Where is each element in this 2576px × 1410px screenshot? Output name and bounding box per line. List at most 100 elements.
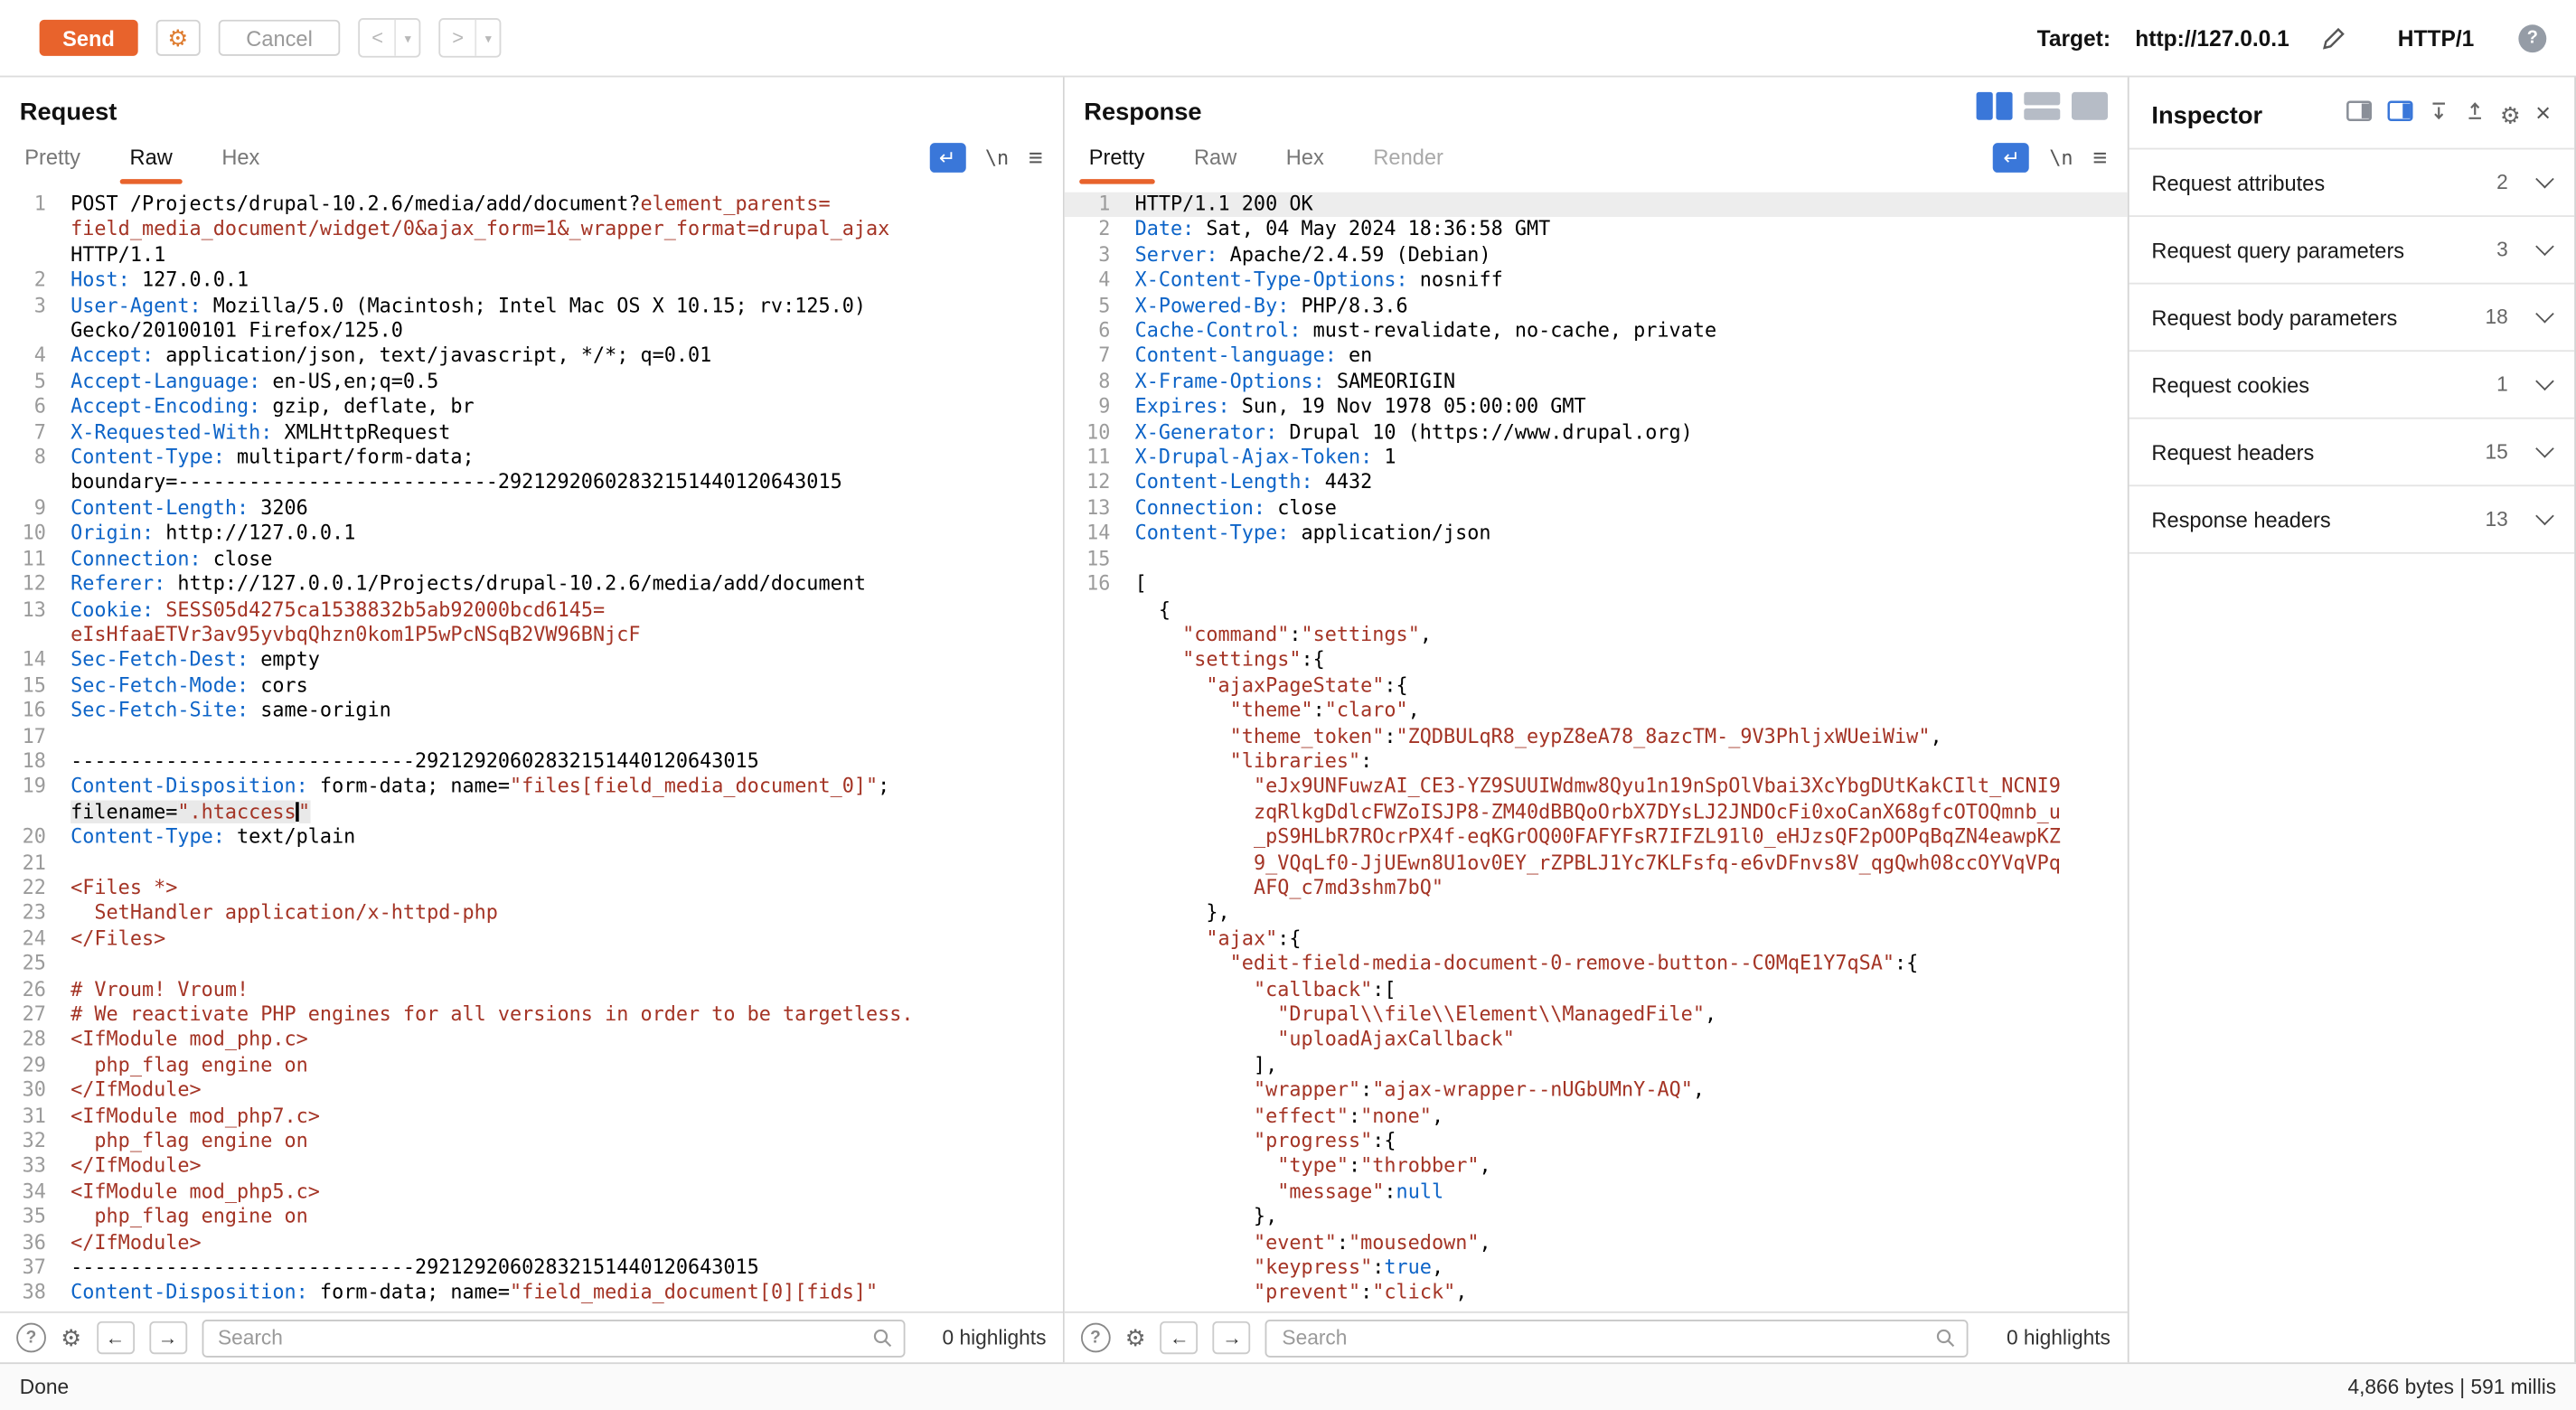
status-bar: Done 4,866 bytes | 591 millis [0,1362,2576,1410]
inspector-settings-gear-icon[interactable]: ⚙ [2500,104,2521,127]
tab-raw[interactable]: Raw [125,145,177,184]
next-match-button[interactable]: → [149,1321,187,1354]
request-editor[interactable]: 1POST /Projects/drupal-10.2.6/media/add/… [0,184,1063,1311]
code-segment: :{ [1372,1129,1396,1152]
chevron-down-icon [2534,439,2553,458]
code-segment: "ajax-wrapper--nUGbUMnY-AQ" [1372,1078,1693,1101]
line-text: Expires: Sun, 19 Nov 1978 05:00:00 GMT [1110,395,2127,420]
code-segment: : [1313,699,1325,721]
search-input[interactable] [214,1324,861,1350]
soft-wrap-toggle[interactable]: ↵ [929,143,965,173]
line-number [1064,597,1110,623]
line-text: Date: Sat, 04 May 2024 18:36:58 GMT [1110,218,2127,243]
request-settings-button[interactable]: ⚙ [155,20,200,56]
response-viewer[interactable]: 1HTTP/1.1 200 OK2Date: Sat, 04 May 2024 … [1064,184,2127,1311]
editor-menu-icon[interactable]: ≡ [2092,146,2107,170]
code-segment: Content-Disposition: [71,1281,308,1303]
inspector-section-request-attributes[interactable]: Request attributes2 [2129,149,2574,217]
tab-pretty[interactable]: Pretty [1084,145,1150,184]
search-settings-gear-icon[interactable]: ⚙ [1125,1326,1146,1349]
code-segment: POST /Projects/drupal-10.2.6/media/add/d… [71,193,640,215]
code-segment: " [298,800,310,822]
help-icon[interactable]: ? [2518,24,2546,52]
layout-columns-button[interactable] [1976,92,2012,120]
search-icon [1936,1328,1956,1348]
code-segment: Content-Disposition: [71,775,308,797]
tab-hex[interactable]: Hex [1281,145,1329,184]
cancel-button[interactable]: Cancel [218,20,340,56]
http-version-selector[interactable]: HTTP/1 [2398,25,2475,50]
code-segment [1135,699,1230,721]
search-settings-gear-icon[interactable]: ⚙ [61,1326,81,1349]
inspector-section-response-headers[interactable]: Response headers13 [2129,486,2574,554]
response-editor-icons: ↵ \n ≡ [1993,143,2107,183]
inspector-section-request-cookies[interactable]: Request cookies1 [2129,352,2574,419]
edit-target-pencil-icon[interactable] [2322,25,2346,50]
code-segment: :[ [1372,977,1396,1000]
line-text: </IfModule> [46,1230,1063,1255]
tab-pretty[interactable]: Pretty [20,145,86,184]
chevron-down-icon [2534,170,2553,189]
newline-marker-toggle[interactable]: \n [985,146,1009,169]
inspector-pane-icon[interactable] [2346,100,2372,130]
collapse-all-icon[interactable] [2464,100,2486,130]
code-segment [1135,775,1254,797]
search-help-icon[interactable]: ? [1081,1323,1111,1353]
expand-all-icon[interactable] [2428,100,2449,130]
code-segment: HTTP/1.1 200 OK [1135,193,1313,215]
search-input[interactable] [1279,1324,1926,1350]
search-box[interactable] [202,1319,905,1357]
text-cursor [296,802,298,822]
line-text: HTTP/1.1 200 OK [1110,193,2127,218]
tab-render[interactable]: Render [1368,145,1448,184]
code-segment: 9_VQqLf0-JjUEwn8U1ov0EY_rZPBLJ1Yc7KLFsfq… [1254,851,2061,873]
send-button[interactable]: Send [40,20,138,56]
newline-marker-toggle[interactable]: \n [2049,146,2073,169]
tab-hex[interactable]: Hex [217,145,265,184]
history-forward-button[interactable]: > ▾ [439,18,502,58]
code-segment: "click" [1372,1281,1455,1303]
chevron-down-icon[interactable]: ▾ [395,20,419,56]
line-text: Accept-Encoding: gzip, deflate, br [46,395,1063,420]
line-text: User-Agent: Mozilla/5.0 (Macintosh; Inte… [46,294,1063,319]
code-segment: HTTP/1.1 [71,243,165,266]
code-segment: # Vroum! Vroum! [71,977,249,1000]
code-line: 9_VQqLf0-JjUEwn8U1ov0EY_rZPBLJ1Yc7KLFsfq… [1064,851,2127,876]
code-segment: Cache-Control: [1135,319,1302,342]
prev-match-button[interactable]: ← [1161,1321,1199,1354]
toolbar: Send ⚙ Cancel < ▾ > ▾ Target: http://127… [0,0,2576,77]
code-segment: , [1930,724,1941,747]
code-segment [1135,648,1183,671]
code-line: 36</IfModule> [0,1230,1063,1255]
next-match-button[interactable]: → [1213,1321,1251,1354]
editor-menu-icon[interactable]: ≡ [1029,146,1043,170]
inspector-section-request-headers[interactable]: Request headers15 [2129,419,2574,487]
layout-rows-button[interactable] [2024,92,2060,120]
line-number [1064,876,1110,901]
code-segment: Host: [71,268,130,291]
code-line: { [1064,597,2127,623]
inspector-close-icon[interactable]: × [2535,102,2551,128]
tab-raw[interactable]: Raw [1189,145,1242,184]
inspector-section-request-body-parameters[interactable]: Request body parameters18 [2129,285,2574,352]
code-segment [1135,1281,1254,1303]
inspector-pane-active-icon[interactable] [2386,100,2412,130]
line-number [1064,901,1110,926]
code-segment: Sec-Fetch-Mode: [71,673,249,696]
search-box[interactable] [1265,1319,1969,1357]
soft-wrap-toggle[interactable]: ↵ [1993,143,2029,173]
search-help-icon[interactable]: ? [16,1323,46,1353]
code-line: 24</Files> [0,926,1063,952]
prev-match-button[interactable]: ← [96,1321,134,1354]
code-segment: <Files *> [71,876,177,898]
code-segment: "theme_token" [1230,724,1385,747]
line-number: 37 [0,1255,46,1281]
inspector-header: Inspector ⚙ × [2129,77,2574,147]
layout-single-button[interactable] [2071,92,2107,120]
history-back-button[interactable]: < ▾ [359,18,421,58]
code-segment: Connection: [71,547,201,569]
code-line: 35 php_flag engine on [0,1205,1063,1230]
chevron-down-icon[interactable]: ▾ [475,20,500,56]
line-number [1064,1104,1110,1129]
inspector-section-request-query-parameters[interactable]: Request query parameters3 [2129,217,2574,285]
